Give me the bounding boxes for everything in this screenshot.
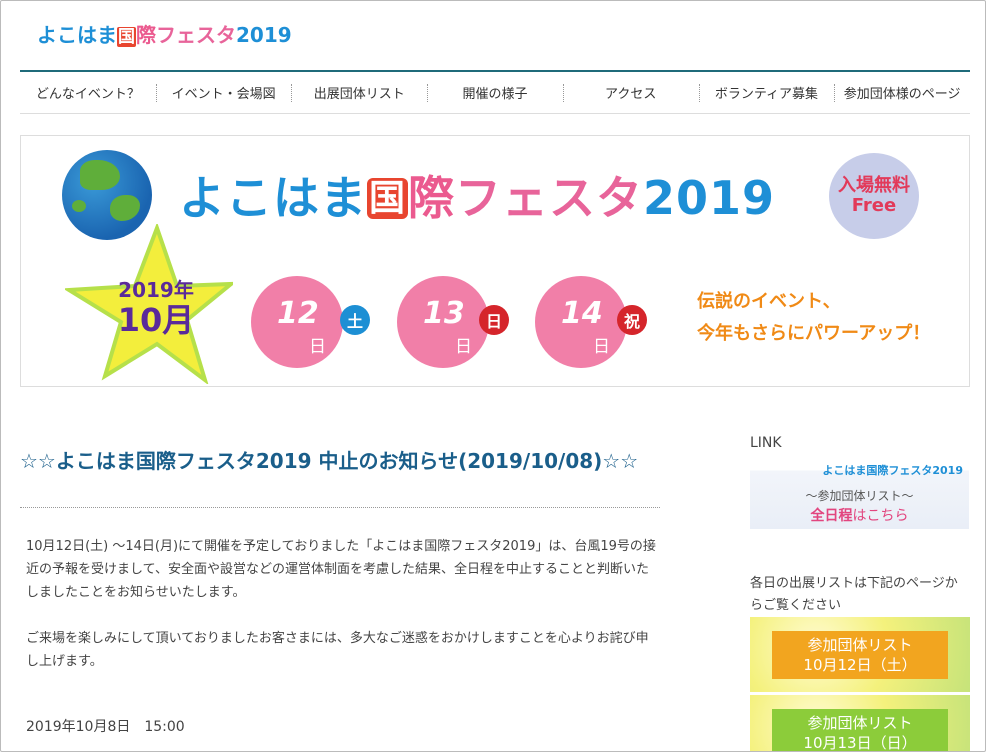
slogan-line-1: 伝説のイベント、 bbox=[697, 291, 841, 312]
free-entry-en: Free bbox=[851, 195, 897, 216]
logo-part-yokohama: よこはま bbox=[37, 23, 117, 47]
exhibitor-list-all-banner[interactable]: よこはま国際フェスタ2019 ～参加団体リスト～ 全日程はこちら bbox=[750, 461, 969, 529]
banner-title-festa: フェスタ bbox=[455, 171, 644, 225]
article-paragraph: ご来場を楽しみにして頂いておりましたお客さまには、多大なご迷惑をおかけしますこと… bbox=[26, 631, 649, 669]
logo-part-year: 2019 bbox=[236, 23, 292, 47]
day-unit: 日 bbox=[309, 337, 326, 357]
global-nav: どんなイベント？ イベント・会場図 出展団体リスト 開催の様子 アクセス ボラン… bbox=[20, 70, 970, 114]
nav-item-access[interactable]: アクセス bbox=[562, 72, 699, 113]
day-of-week-badge: 土 bbox=[340, 305, 370, 335]
day-circle-14: 14 日 bbox=[535, 276, 627, 368]
banner-line-1: 参加団体リスト bbox=[807, 636, 913, 654]
banner-title: よこはま国際フェスタ2019 bbox=[179, 162, 775, 228]
day-number: 12 bbox=[277, 296, 319, 331]
exhibitor-list-oct12-banner[interactable]: 参加団体リスト 10月12日（土） bbox=[750, 617, 970, 692]
hero-banner: よこはま国際フェスタ2019 入場無料 Free 2019年 10月 12 日 … bbox=[20, 135, 970, 387]
nav-item-participants[interactable]: 参加団体様のページ bbox=[834, 72, 970, 113]
banner-title-koku: 国 bbox=[367, 178, 409, 219]
banner-line-2: 10月13日（日） bbox=[803, 734, 917, 752]
nav-item-photos[interactable]: 開催の様子 bbox=[427, 72, 563, 113]
day-circle-12: 12 日 bbox=[251, 276, 343, 368]
mini-logo: よこはま国際フェスタ2019 bbox=[822, 462, 963, 478]
event-month: 2019年 10月 bbox=[101, 274, 211, 337]
slogan-line-2: 今年もさらにパワーアップ！ bbox=[697, 323, 931, 344]
logo-part-festa: フェスタ bbox=[156, 23, 236, 47]
logo-part-koku: 国 bbox=[117, 27, 136, 47]
article-date: 2019年10月8日 15:00 bbox=[26, 719, 185, 735]
all-days-bold: 全日程 bbox=[810, 508, 853, 524]
free-entry-ja: 入場無料 bbox=[838, 175, 910, 196]
all-days-rest: はこちら bbox=[852, 508, 909, 524]
banner-label-box: 参加団体リスト 10月13日（日） bbox=[772, 709, 948, 752]
free-entry-badge: 入場無料 Free bbox=[829, 153, 919, 239]
banner-label-box: 参加団体リスト 10月12日（土） bbox=[772, 631, 948, 679]
nav-item-exhibitors[interactable]: 出展団体リスト bbox=[291, 72, 427, 113]
event-year: 2019年 bbox=[118, 278, 194, 302]
nav-item-venue-map[interactable]: イベント・会場図 bbox=[155, 72, 292, 113]
logo-part-sai: 際 bbox=[136, 23, 156, 47]
banner-slogan: 伝説のイベント、 今年もさらにパワーアップ！ bbox=[697, 286, 930, 350]
day-number: 13 bbox=[423, 296, 465, 331]
sidebar-heading: LINK bbox=[750, 435, 782, 451]
nav-item-about[interactable]: どんなイベント？ bbox=[20, 72, 156, 113]
all-days-link: 全日程はこちら bbox=[750, 505, 969, 525]
event-month-label: 10月 bbox=[117, 301, 195, 339]
banner-line-1: 参加団体リスト bbox=[807, 714, 913, 732]
day-unit: 日 bbox=[455, 337, 472, 357]
mini-logo-text: よこはま国際フェスタ2019 bbox=[822, 464, 963, 477]
banner-title-yokohama: よこはま bbox=[179, 171, 367, 225]
banner-title-sai: 際 bbox=[408, 171, 456, 225]
site-logo[interactable]: よこはま国際フェスタ2019 bbox=[37, 19, 292, 48]
article-title[interactable]: ☆☆よこはま国際フェスタ2019 中止のお知らせ(2019/10/08)☆☆ bbox=[20, 447, 660, 476]
day-of-week-badge: 祝 bbox=[617, 305, 647, 335]
sidebar-description: 各日の出展リストは下記のページからご覧ください bbox=[750, 576, 958, 613]
day-number: 14 bbox=[561, 296, 603, 331]
banner-line-2: 10月12日（土） bbox=[803, 656, 917, 674]
article-body: 10月12日(土) ～14日(月)にて開催を予定しておりました「よこはま国際フェ… bbox=[26, 535, 660, 696]
page-frame: よこはま国際フェスタ2019 どんなイベント？ イベント・会場図 出展団体リスト… bbox=[0, 0, 986, 752]
banner-title-year: 2019 bbox=[643, 171, 776, 225]
day-unit: 日 bbox=[593, 337, 610, 357]
banner-subtitle: ～参加団体リスト～ bbox=[805, 489, 914, 503]
day-of-week-badge: 日 bbox=[479, 305, 509, 335]
exhibitor-list-oct13-banner[interactable]: 参加団体リスト 10月13日（日） bbox=[750, 695, 970, 752]
day-circle-13: 13 日 bbox=[397, 276, 489, 368]
divider bbox=[20, 507, 660, 508]
nav-item-volunteer[interactable]: ボランティア募集 bbox=[698, 72, 835, 113]
article-paragraph: 10月12日(土) ～14日(月)にて開催を予定しておりました「よこはま国際フェ… bbox=[26, 539, 656, 600]
